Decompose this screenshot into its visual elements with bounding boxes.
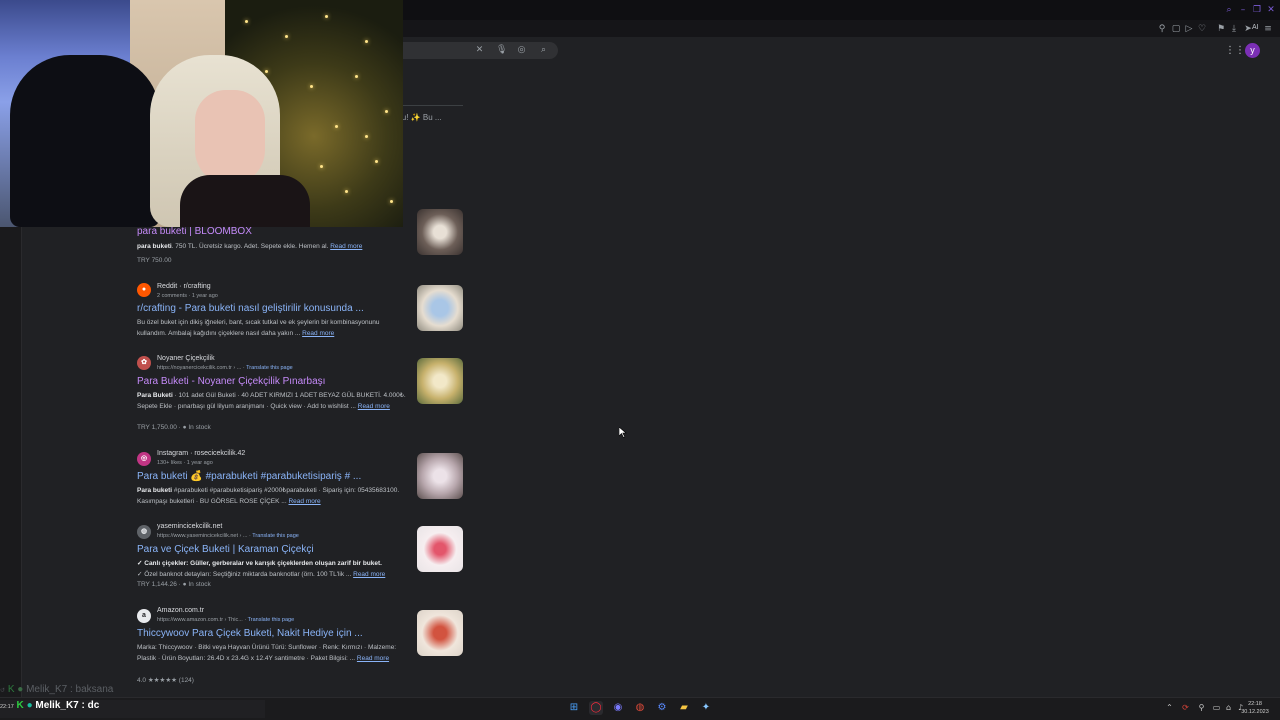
translate-link[interactable]: Translate this page — [246, 365, 293, 371]
site-meta: 2 comments · 1 year ago — [157, 293, 218, 299]
result-thumbnail[interactable] — [417, 610, 463, 656]
webcam-person-face — [195, 90, 265, 185]
result-price: TRY 1,750.00 · ● In stock — [137, 424, 211, 431]
chat-timestamp: 22:17 — [0, 704, 14, 710]
result-thumbnail[interactable] — [417, 453, 463, 499]
search-input[interactable]: ✕ 🎙 ◎ ⌕ — [403, 42, 558, 59]
clock-time: 22:18 — [1248, 701, 1262, 707]
result-price: TRY 750.00 — [137, 257, 172, 264]
read-more-link[interactable]: Read more — [330, 243, 362, 250]
translate-link[interactable]: Translate this page — [248, 617, 295, 623]
mic-tray-icon[interactable]: ⚲ — [1197, 703, 1206, 712]
reddit-icon: ● — [137, 283, 151, 297]
site-url: https://www.yasemincicekcilik.net › ... … — [157, 533, 299, 539]
site-name: yasemincicekcilik.net — [157, 523, 223, 530]
site-url: https://www.amazon.com.tr › Thic... · Tr… — [157, 617, 295, 623]
globe-icon: ◍ — [137, 525, 151, 539]
heart-icon[interactable]: ♡ — [1197, 24, 1207, 34]
result-snippet: Para buketi #parabuketi #parabuketisipar… — [137, 487, 400, 505]
download-icon[interactable]: ⤓ — [1229, 24, 1239, 34]
lens-icon[interactable]: ◎ — [516, 45, 527, 56]
pin-icon[interactable]: ⚲ — [1157, 24, 1167, 34]
maximize-icon[interactable]: ❐ — [1252, 5, 1262, 15]
menu-icon[interactable]: ≡ — [1263, 24, 1273, 34]
result-thumbnail[interactable] — [417, 209, 463, 255]
webcam-chair — [10, 55, 160, 227]
result-snippet: Marka: Thiccywoov · Bitki veya Hayvan Ür… — [137, 644, 397, 662]
read-more-link[interactable]: Read more — [358, 403, 390, 410]
mic-icon[interactable]: 🎙 — [496, 45, 507, 56]
avatar[interactable]: y — [1245, 43, 1260, 58]
read-more-link[interactable]: Read more — [357, 655, 389, 662]
mouse-cursor-icon — [619, 427, 627, 438]
result-title[interactable]: Para Buketi - Noyaner Çiçekçilik Pınarba… — [137, 376, 325, 387]
ai-overview-snippet: lu! ✨ Bu ... — [400, 113, 442, 122]
result-title[interactable]: Thiccywoov Para Çiçek Buketi, Nakit Hedi… — [137, 628, 363, 639]
result-title[interactable]: Para buketi 💰 #parabuketi #parabuketisip… — [137, 471, 361, 482]
chat-message-faded: ↺ K ● Melik_K7 : baksana — [0, 684, 270, 698]
network-icon[interactable]: ⌂ — [1224, 703, 1233, 712]
display-icon[interactable]: ▭ — [1212, 703, 1221, 712]
result-snippet: ✓ Canlı çiçekler: Güller, gerberalar ve … — [137, 560, 386, 578]
result-snippet: Bu özel buket için dikiş iğneleri, bant,… — [137, 319, 380, 337]
ai-button[interactable]: AI — [1252, 24, 1259, 31]
chrome-icon[interactable]: ◍ — [633, 701, 647, 715]
screen: ⌕ – ❐ ✕ ⚲ ▢ ▷ ♡ ⚑ ⤓ ➤ AI ≡ ✕ 🎙 ◎ ⌕ ⋮⋮ y … — [0, 0, 1280, 720]
discord-icon[interactable]: ◉ — [611, 701, 625, 715]
kick-icon: K — [7, 684, 15, 695]
windows-icon[interactable]: ⊞ — [567, 701, 581, 715]
result-thumbnail[interactable] — [417, 285, 463, 331]
close-icon[interactable]: ✕ — [1266, 5, 1276, 15]
taskbar-clock[interactable]: 22:18 30.12.2023 — [1238, 700, 1272, 716]
result-title[interactable]: r/crafting - Para buketi nasıl geliştiri… — [137, 303, 364, 314]
extension-icon[interactable]: ⚑ — [1216, 24, 1226, 34]
opera-icon[interactable]: ◯ — [589, 701, 603, 715]
flower-icon: ✿ — [137, 356, 151, 370]
tab-icon[interactable]: ▢ — [1171, 24, 1181, 34]
kick-icon: K — [16, 700, 24, 711]
read-more-link[interactable]: Read more — [288, 498, 320, 505]
site-meta: 130+ likes · 1 year ago — [157, 460, 213, 466]
clock-date: 30.12.2023 — [1241, 709, 1269, 715]
read-more-link[interactable]: Read more — [353, 571, 385, 578]
result-title[interactable]: para buketi | BLOOMBOX — [137, 226, 252, 237]
site-name: Noyaner Çiçekçilik — [157, 355, 215, 362]
chat-message: 22:17 K ● Melik_K7 : dc — [0, 700, 265, 718]
translate-link[interactable]: Translate this page — [252, 533, 299, 539]
chat-timestamp: ↺ — [0, 688, 6, 694]
amazon-icon: a — [137, 609, 151, 623]
settings-icon[interactable]: ⚙ — [655, 701, 669, 715]
site-name: Reddit · r/crafting — [157, 283, 211, 290]
chat-text: : dc — [81, 700, 100, 711]
play-icon[interactable]: ▷ — [1184, 24, 1194, 34]
apps-grid-icon[interactable]: ⋮⋮ — [1225, 45, 1245, 56]
chevron-up-icon[interactable]: ⌃ — [1165, 703, 1174, 712]
webcam-person-shirt — [180, 175, 310, 227]
badge-icon: ● — [17, 684, 24, 695]
result-thumbnail[interactable] — [417, 358, 463, 404]
webcam-overlay — [0, 0, 403, 227]
chat-text: Melik_K7 : baksana — [26, 684, 114, 695]
site-name: Amazon.com.tr — [157, 607, 205, 614]
result-thumbnail[interactable] — [417, 526, 463, 572]
result-snippet: para buketi. 750 TL. Ücretsiz kargo. Ade… — [137, 243, 363, 250]
file-explorer-icon[interactable]: ▰ — [677, 701, 691, 715]
app-icon[interactable]: ✦ — [699, 701, 713, 715]
instagram-icon: ◎ — [137, 452, 151, 466]
chat-username: Melik_K7 — [35, 700, 79, 711]
minimize-icon[interactable]: – — [1238, 5, 1248, 15]
result-price: TRY 1,144.26 · ● In stock — [137, 581, 211, 588]
result-title[interactable]: Para ve Çiçek Buketi | Karaman Çiçekçi — [137, 544, 314, 555]
result-snippet: Para Buketi · 101 adet Gül Buketi · 40 A… — [137, 392, 406, 410]
browser-search-icon[interactable]: ⌕ — [1224, 5, 1234, 15]
site-url: https://noyanercicekcilik.com.tr › ... ·… — [157, 365, 293, 371]
badge-icon: ● — [26, 700, 33, 711]
search-icon[interactable]: ⌕ — [538, 45, 549, 56]
sync-icon[interactable]: ⟳ — [1181, 703, 1190, 712]
divider — [403, 105, 463, 106]
read-more-link[interactable]: Read more — [302, 330, 334, 337]
result-rating: 4.0 ★★★★★ (124) — [137, 677, 194, 684]
site-name: Instagram · rosecicekcilik.42 — [157, 450, 246, 457]
clear-icon[interactable]: ✕ — [474, 45, 485, 56]
